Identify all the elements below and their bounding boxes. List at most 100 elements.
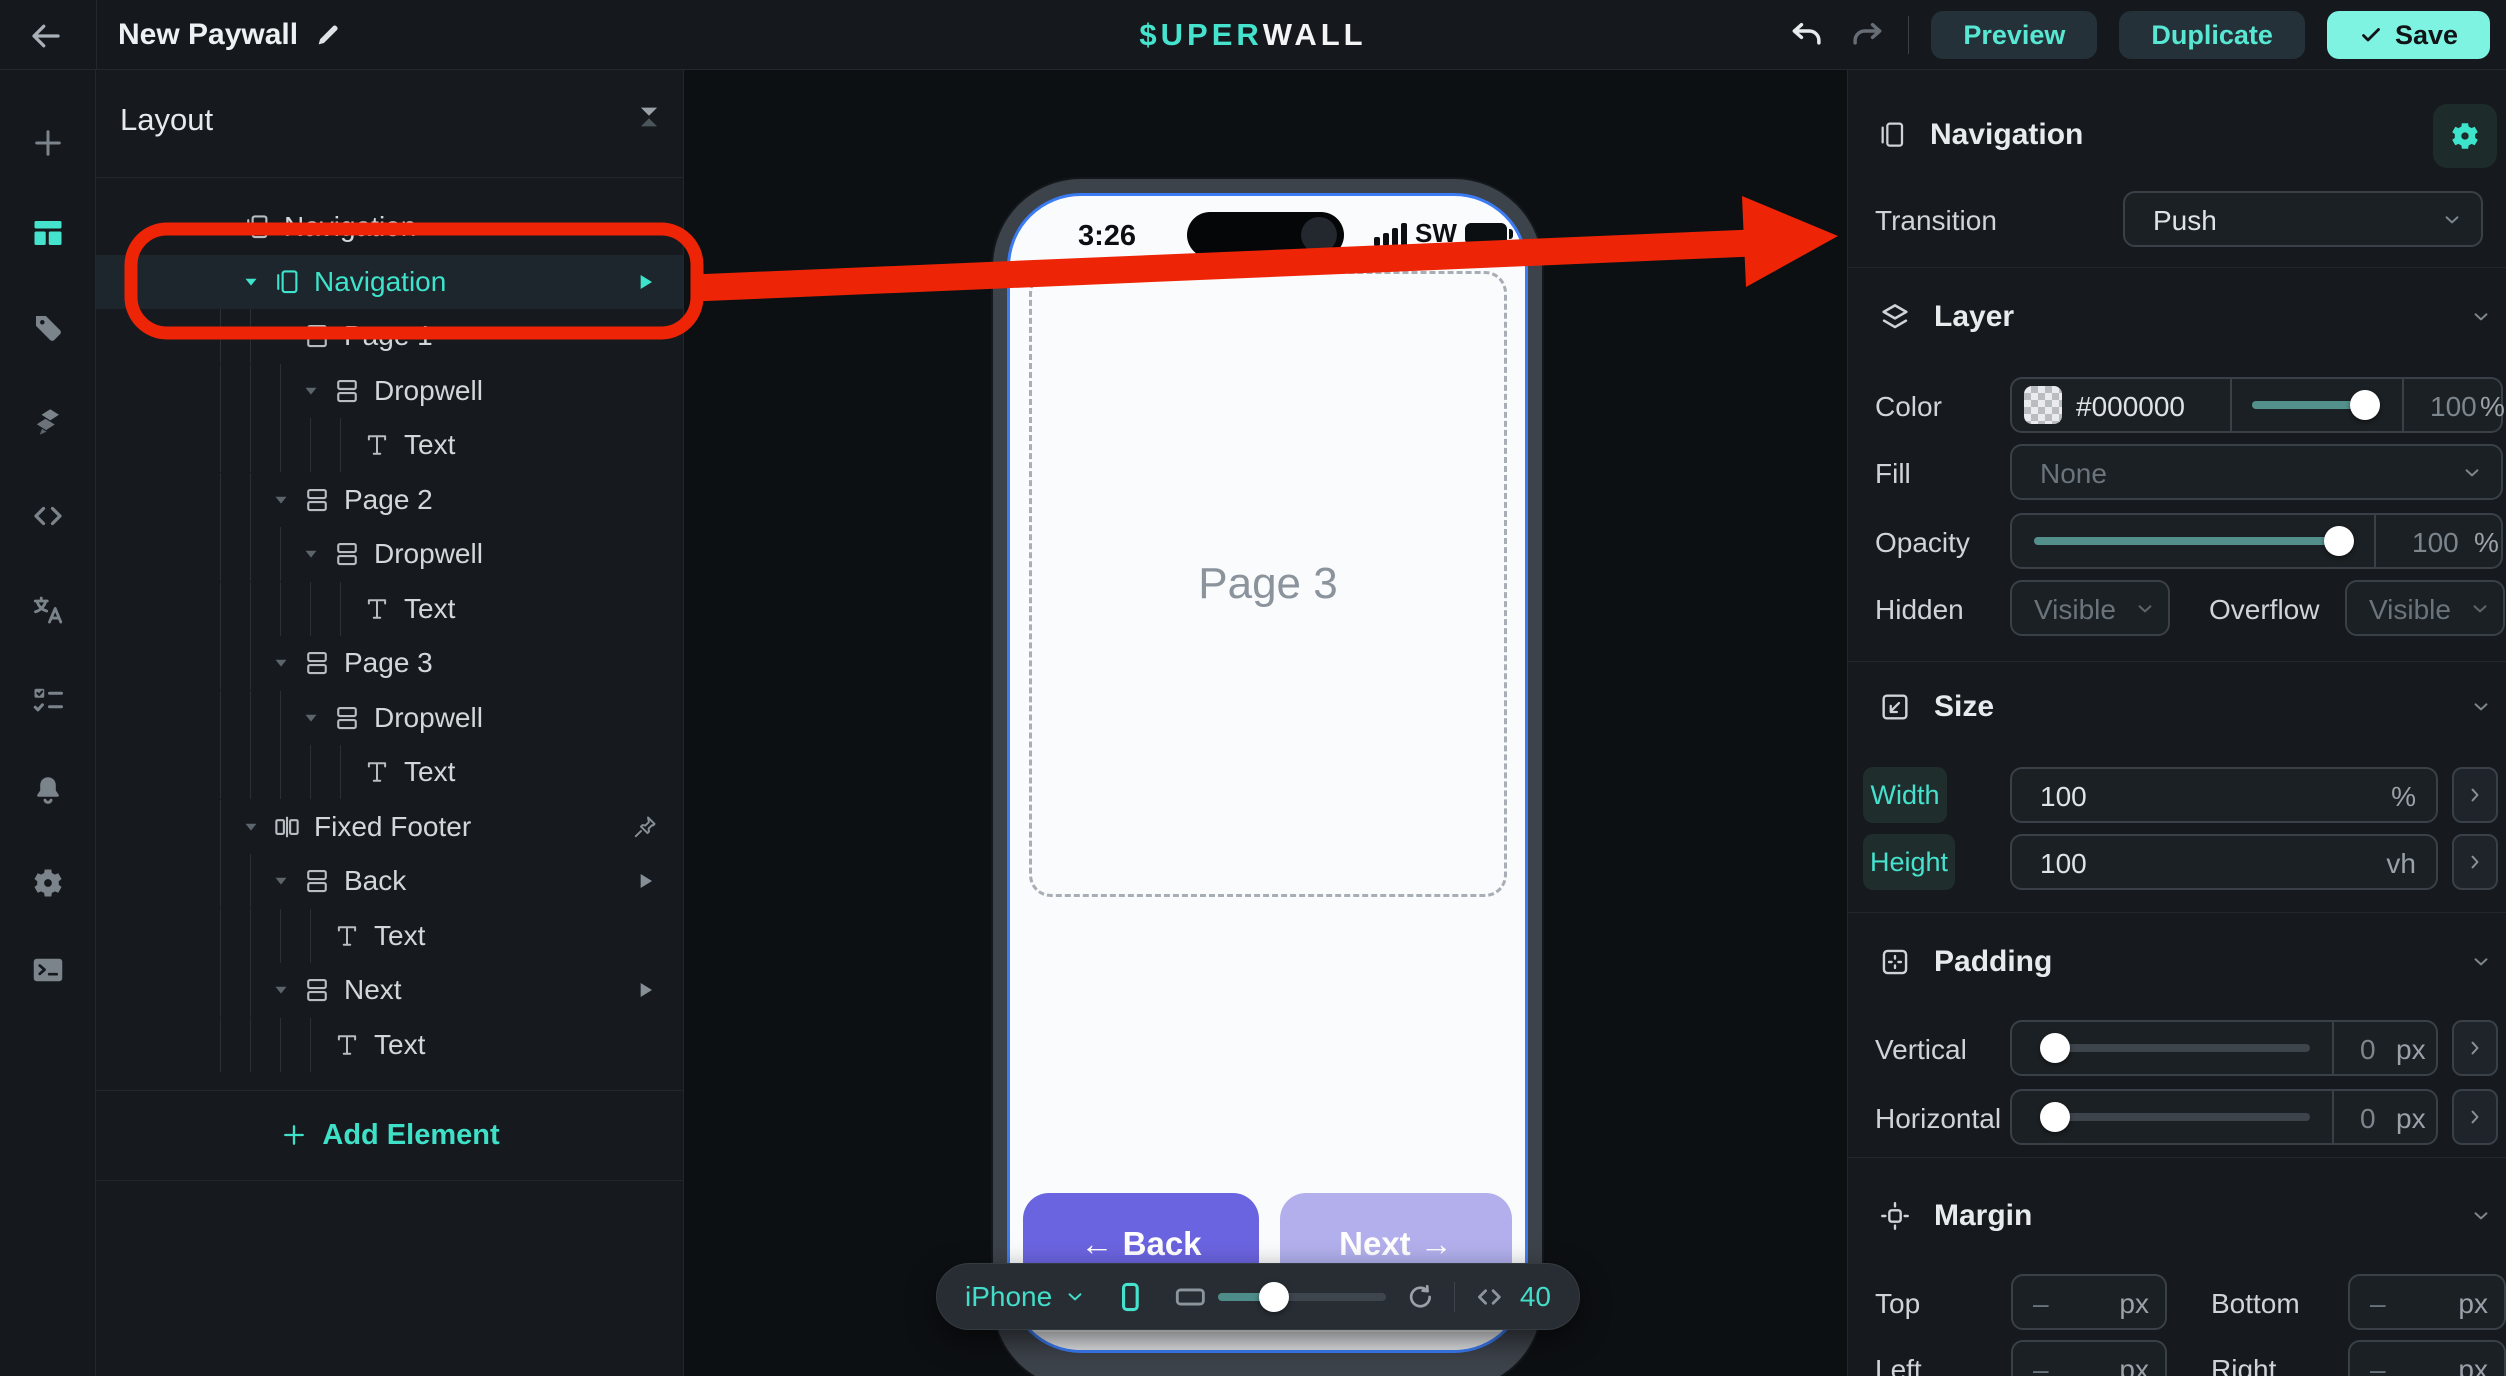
opacity-control[interactable]: 100 % <box>2010 513 2503 569</box>
zoom-slider-thumb[interactable] <box>1259 1282 1289 1312</box>
caret-down-icon[interactable] <box>300 543 322 565</box>
play-icon[interactable] <box>632 868 658 894</box>
rail-item-design[interactable] <box>0 390 96 454</box>
rail-item-add[interactable] <box>0 111 96 175</box>
play-icon[interactable] <box>632 269 658 295</box>
tree-row-text[interactable]: Text <box>96 582 684 636</box>
tree-row-fixed-footer[interactable]: Fixed Footer <box>96 800 684 854</box>
chevron-down-icon[interactable] <box>2470 306 2492 328</box>
zoom-value[interactable]: 40 <box>1520 1281 1551 1313</box>
caret-down-icon[interactable] <box>300 380 322 402</box>
code-view-icon[interactable] <box>1473 1282 1506 1312</box>
page-placeholder[interactable]: Page 3 <box>1029 271 1507 897</box>
overflow-select[interactable]: Visible <box>2345 580 2505 636</box>
tree-row-page-3[interactable]: Page 3 <box>96 636 684 690</box>
caret-down-icon[interactable] <box>270 979 292 1001</box>
rows-icon <box>332 376 362 406</box>
tree-row-text[interactable]: Text <box>96 418 684 472</box>
refresh-icon[interactable] <box>1405 1281 1436 1313</box>
tree-row-page-2[interactable]: Page 2 <box>96 473 684 527</box>
rail-item-code[interactable] <box>0 484 96 548</box>
rail-item-console[interactable] <box>0 938 96 1002</box>
tree-row-dropwell[interactable]: Dropwell <box>96 527 684 581</box>
tree-row-navigation[interactable]: Navigation <box>96 200 684 254</box>
duplicate-button[interactable]: Duplicate <box>2119 11 2305 59</box>
padding-vertical-expand-button[interactable] <box>2452 1020 2498 1076</box>
padding-horizontal-slider[interactable] <box>2060 1113 2310 1121</box>
portrait-mode-icon[interactable] <box>1114 1280 1147 1314</box>
transition-select[interactable]: Push <box>2123 191 2483 247</box>
padding-vertical-thumb[interactable] <box>2040 1033 2070 1063</box>
tree-row-dropwell[interactable]: Dropwell <box>96 691 684 745</box>
opacity-label: Opacity <box>1875 527 1970 559</box>
tree-row-next[interactable]: Next <box>96 963 684 1017</box>
tree-row-page-1[interactable]: Page 1 <box>96 309 684 363</box>
opacity-thumb[interactable] <box>2324 526 2354 556</box>
collapse-tree-icon[interactable] <box>634 100 664 134</box>
tree-row-text[interactable]: Text <box>96 745 684 799</box>
chevron-down-icon[interactable] <box>2470 696 2492 718</box>
width-chip[interactable]: Width <box>1863 767 1947 823</box>
add-element-button[interactable]: Add Element <box>96 1108 684 1162</box>
element-settings-button[interactable] <box>2433 104 2497 168</box>
tree-row-text[interactable]: Text <box>96 1018 684 1072</box>
padding-section-title: Padding <box>1934 945 2052 979</box>
tree-row-back[interactable]: Back <box>96 854 684 908</box>
width-input[interactable]: 100 % <box>2010 767 2438 823</box>
height-chip[interactable]: Height <box>1863 834 1955 890</box>
tree-row-navigation[interactable]: Navigation <box>96 255 684 309</box>
caret-down-icon[interactable] <box>210 216 232 238</box>
margin-bottom-input[interactable]: – px <box>2348 1274 2506 1330</box>
padding-vertical-control[interactable]: 0 px <box>2010 1020 2438 1076</box>
caret-down-icon[interactable] <box>270 489 292 511</box>
caret-down-icon[interactable] <box>240 271 262 293</box>
height-input[interactable]: 100 vh <box>2010 834 2438 890</box>
device-select[interactable]: iPhone <box>965 1281 1086 1313</box>
padding-horizontal-thumb[interactable] <box>2040 1102 2070 1132</box>
rail-item-settings[interactable] <box>0 851 96 915</box>
rail-item-layout[interactable] <box>0 201 96 265</box>
tree-row-text[interactable]: Text <box>96 909 684 963</box>
preview-button[interactable]: Preview <box>1931 11 2097 59</box>
rail-item-experiments[interactable] <box>0 668 96 732</box>
caret-down-icon[interactable] <box>240 816 262 838</box>
fill-select[interactable]: None <box>2010 444 2503 500</box>
color-alpha-thumb[interactable] <box>2350 390 2380 420</box>
opacity-pct[interactable]: 100 <box>2412 527 2459 559</box>
padding-horizontal-expand-button[interactable] <box>2452 1089 2498 1145</box>
margin-left-input[interactable]: – px <box>2011 1340 2167 1376</box>
pin-icon[interactable] <box>632 814 658 840</box>
chevron-down-icon[interactable] <box>2470 1205 2492 1227</box>
rail-item-notifications[interactable] <box>0 758 96 822</box>
padding-horizontal-control[interactable]: 0 px <box>2010 1089 2438 1145</box>
zoom-slider[interactable] <box>1218 1282 1380 1312</box>
chevron-down-icon <box>2461 462 2483 484</box>
columns-icon <box>272 812 302 842</box>
width-expand-button[interactable] <box>2452 767 2498 823</box>
rail-item-products[interactable] <box>0 296 96 360</box>
landscape-mode-icon[interactable] <box>1173 1280 1208 1314</box>
margin-top-input[interactable]: – px <box>2011 1274 2167 1330</box>
save-button[interactable]: Save <box>2327 11 2490 59</box>
caret-down-icon[interactable] <box>300 707 322 729</box>
margin-right-input[interactable]: – px <box>2348 1340 2506 1376</box>
dynamic-island <box>1187 212 1344 258</box>
color-swatch[interactable] <box>2024 386 2062 424</box>
undo-icon[interactable] <box>1788 16 1826 54</box>
caret-down-icon[interactable] <box>270 870 292 892</box>
chevron-down-icon[interactable] <box>2470 951 2492 973</box>
redo-icon[interactable] <box>1848 16 1886 54</box>
tree-row-dropwell[interactable]: Dropwell <box>96 364 684 418</box>
caret-down-icon[interactable] <box>270 325 292 347</box>
padding-vertical-slider[interactable] <box>2060 1044 2310 1052</box>
play-icon[interactable] <box>632 977 658 1003</box>
color-control[interactable]: #000000 100 % <box>2010 377 2503 433</box>
rail-item-localization[interactable] <box>0 578 96 642</box>
color-hex[interactable]: #000000 <box>2076 391 2185 423</box>
tree-row-label: Dropwell <box>374 538 483 570</box>
hidden-select[interactable]: Visible <box>2010 580 2170 636</box>
color-pct[interactable]: 100 <box>2430 391 2477 423</box>
top-bar: New Paywall $UPERWALL Preview Duplicate … <box>0 0 2506 70</box>
caret-down-icon[interactable] <box>270 652 292 674</box>
height-expand-button[interactable] <box>2452 834 2498 890</box>
